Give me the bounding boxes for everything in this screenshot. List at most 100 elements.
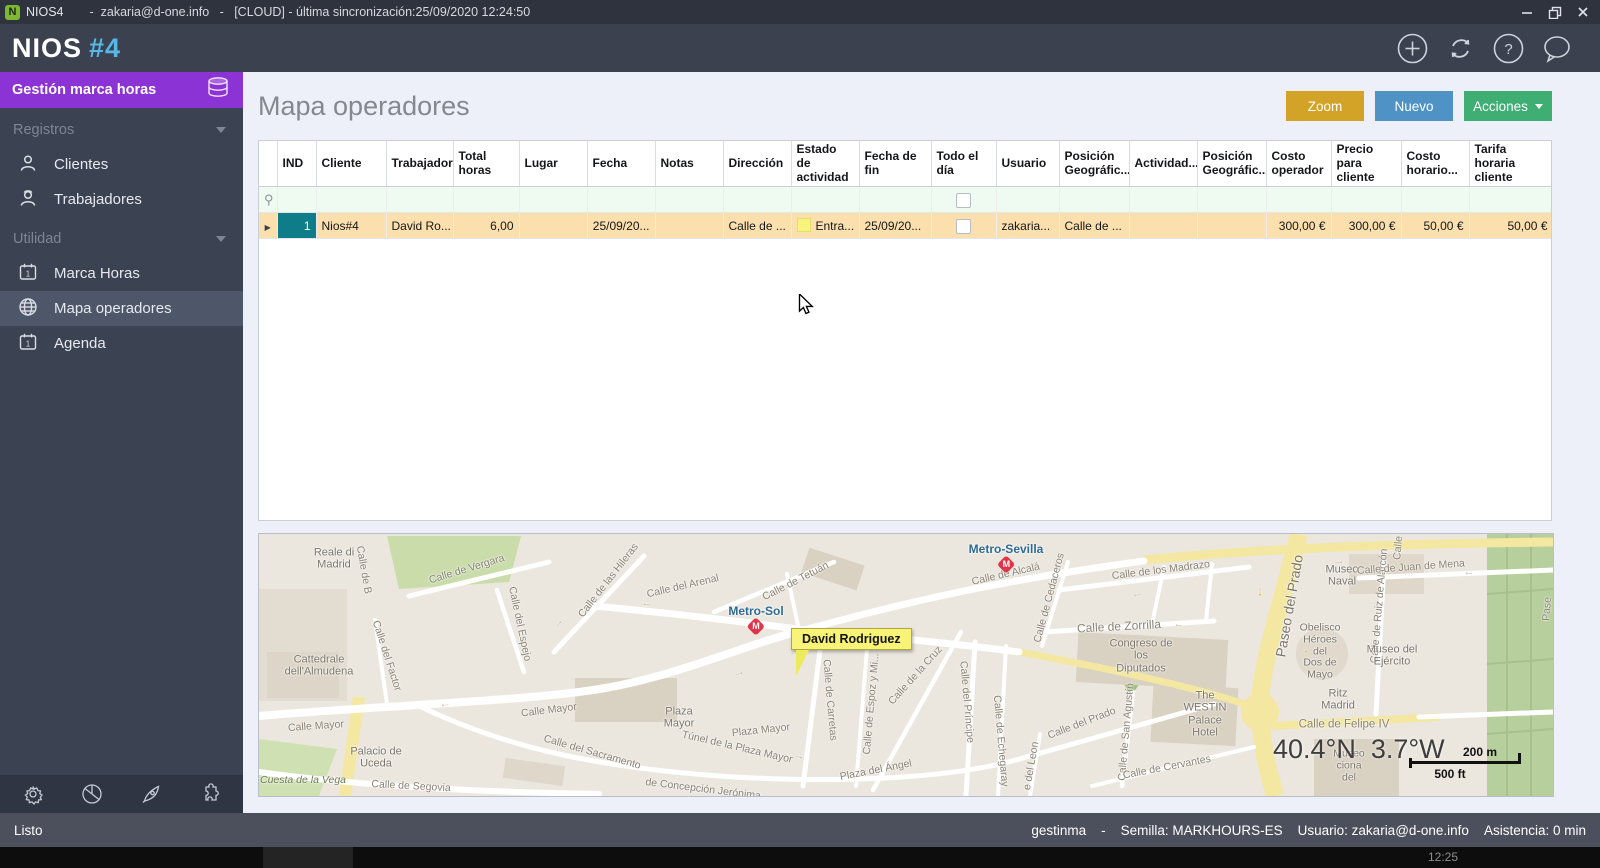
column-header-15[interactable]: Costo operador xyxy=(1266,141,1332,188)
chevron-down-icon xyxy=(216,127,226,133)
row-cell-11[interactable]: zakaria... xyxy=(996,212,1060,240)
filter-cell-17[interactable] xyxy=(1401,186,1470,214)
filter-cell-14[interactable] xyxy=(1197,186,1267,214)
restore-button[interactable] xyxy=(1548,5,1562,19)
row-cell-14[interactable] xyxy=(1197,212,1267,240)
row-cell-4[interactable] xyxy=(519,212,588,240)
column-header-16[interactable]: Precio para cliente xyxy=(1331,141,1402,188)
brand-name: NIOS xyxy=(12,32,83,63)
sidebar-item-label: Agenda xyxy=(54,335,106,352)
row-cell-9[interactable]: 25/09/20... xyxy=(859,212,932,240)
status-user: Usuario: zakaria@d-one.info xyxy=(1297,822,1469,838)
row-cell-10[interactable] xyxy=(931,212,997,240)
chat-icon[interactable] xyxy=(1541,33,1572,64)
sync-icon[interactable] xyxy=(1445,33,1476,64)
rocket-icon[interactable] xyxy=(138,781,164,807)
os-taskbar[interactable]: 12:25 xyxy=(0,847,1600,868)
column-header-18[interactable]: Tarifa horaria cliente xyxy=(1469,141,1551,188)
filter-row-cell[interactable]: ⚲ xyxy=(259,186,278,214)
records-grid[interactable]: IND Cliente Trabajador Total horas Lugar Fech… xyxy=(258,140,1552,521)
row-cell-8[interactable]: Entra... xyxy=(791,212,860,240)
filter-cell-1[interactable] xyxy=(316,186,387,214)
operator-marker[interactable]: David Rodriguez xyxy=(791,628,912,676)
column-header-5[interactable]: Fecha xyxy=(587,141,656,188)
column-header-8[interactable]: Estado de actividad xyxy=(791,141,860,188)
filter-cell-6[interactable] xyxy=(655,186,724,214)
svg-text:?: ? xyxy=(1504,41,1512,58)
operators-map[interactable]: ←←←→←←→↑→←↓↑Reale di MadridCattedrale de… xyxy=(258,533,1554,797)
minimize-button[interactable] xyxy=(1520,5,1534,19)
acciones-button[interactable]: Acciones xyxy=(1464,91,1552,121)
column-header-2[interactable]: Trabajador xyxy=(386,141,454,188)
filter-cell-10[interactable] xyxy=(931,186,997,214)
close-button[interactable] xyxy=(1576,5,1590,19)
row-cell-7[interactable]: Calle de ... xyxy=(723,212,792,240)
column-header-17[interactable]: Costo horario... xyxy=(1401,141,1470,188)
nuevo-button[interactable]: Nuevo xyxy=(1375,91,1453,121)
sidebar-module-header[interactable]: Gestión marca horas xyxy=(0,72,243,108)
sidebar-item-mapa-operadores[interactable]: Mapa operadores xyxy=(0,291,243,326)
row-cell-6[interactable] xyxy=(655,212,724,240)
filter-cell-18[interactable] xyxy=(1469,186,1551,214)
row-cell-17[interactable]: 50,00 € xyxy=(1401,212,1470,240)
settings-gear-icon[interactable] xyxy=(20,781,46,807)
app-icon: N xyxy=(5,4,20,20)
filter-cell-16[interactable] xyxy=(1331,186,1402,214)
zoom-button[interactable]: Zoom xyxy=(1286,91,1364,121)
filter-cell-5[interactable] xyxy=(587,186,656,214)
column-header-3[interactable]: Total horas xyxy=(453,141,520,188)
column-header-10[interactable]: Todo el día xyxy=(931,141,997,188)
sidebar-section-registros[interactable]: Registros xyxy=(0,113,243,147)
sidebar-item-marca-horas[interactable]: 1 Marca Horas xyxy=(0,256,243,291)
row-cell-2[interactable]: David Ro... xyxy=(386,212,454,240)
filter-cell-0[interactable] xyxy=(277,186,317,214)
row-cell-18[interactable]: 50,00 € xyxy=(1469,212,1551,240)
column-header-1[interactable]: Cliente xyxy=(316,141,387,188)
row-cell-15[interactable]: 300,00 € xyxy=(1266,212,1332,240)
nios4-window: N NIOS4 - zakaria@d-one.info - [CLOUD] -… xyxy=(0,0,1600,868)
taskbar-app-button[interactable] xyxy=(263,847,353,868)
filter-cell-12[interactable] xyxy=(1059,186,1130,214)
column-header-7[interactable]: Dirección xyxy=(723,141,792,188)
add-icon[interactable] xyxy=(1397,33,1428,64)
row-cell-1[interactable]: Nios#4 xyxy=(316,212,387,240)
row-expander[interactable]: ▶ xyxy=(259,212,278,240)
column-header-4[interactable]: Lugar xyxy=(519,141,588,188)
row-cell-5[interactable]: 25/09/20... xyxy=(587,212,656,240)
sidebar-item-clientes[interactable]: Clientes xyxy=(0,147,243,182)
filter-cell-9[interactable] xyxy=(859,186,932,214)
filter-cell-15[interactable] xyxy=(1266,186,1332,214)
column-header-13[interactable]: Actividad... xyxy=(1129,141,1198,188)
column-header-14[interactable]: Posición Geográfic... xyxy=(1197,141,1267,188)
sidebar-section-utilidad[interactable]: Utilidad xyxy=(0,222,243,256)
column-header-12[interactable]: Posición Geográfic... xyxy=(1059,141,1130,188)
filter-checkbox[interactable] xyxy=(956,192,971,208)
filter-cell-8[interactable] xyxy=(791,186,860,214)
window-titlebar[interactable]: N NIOS4 - zakaria@d-one.info - [CLOUD] -… xyxy=(0,0,1600,24)
filter-cell-2[interactable] xyxy=(386,186,454,214)
row-cell-3[interactable]: 6,00 xyxy=(453,212,520,240)
row-cell-12[interactable]: Calle de ... xyxy=(1059,212,1130,240)
filter-cell-3[interactable] xyxy=(453,186,520,214)
filter-cell-4[interactable] xyxy=(519,186,588,214)
row-cell-13[interactable] xyxy=(1129,212,1198,240)
filter-cell-11[interactable] xyxy=(996,186,1060,214)
table-row[interactable]: ▶ 1 Nios#4 David Ro... 6,00 25/09/20... Calle … xyxy=(259,212,1551,240)
chevron-down-icon xyxy=(1534,103,1543,109)
column-header-6[interactable]: Notas xyxy=(655,141,724,188)
metro-icon: M xyxy=(746,617,766,636)
filter-cell-13[interactable] xyxy=(1129,186,1198,214)
sidebar-item-trabajadores[interactable]: Trabajadores xyxy=(0,182,243,217)
row-cell-16[interactable]: 300,00 € xyxy=(1331,212,1402,240)
pie-chart-icon[interactable] xyxy=(79,781,105,807)
sidebar-item-agenda[interactable]: 1 Agenda xyxy=(0,326,243,361)
filter-cell-7[interactable] xyxy=(723,186,792,214)
map-label: Cattedrale dell'Almudena xyxy=(284,653,354,678)
column-header-9[interactable]: Fecha de fin xyxy=(859,141,932,188)
help-icon[interactable]: ? xyxy=(1493,33,1524,64)
column-header-0[interactable]: IND xyxy=(277,141,317,188)
row-cell-ind[interactable]: 1 xyxy=(277,212,317,240)
todo-el-dia-checkbox[interactable] xyxy=(956,218,971,234)
column-header-11[interactable]: Usuario xyxy=(996,141,1060,188)
puzzle-icon[interactable] xyxy=(197,781,223,807)
